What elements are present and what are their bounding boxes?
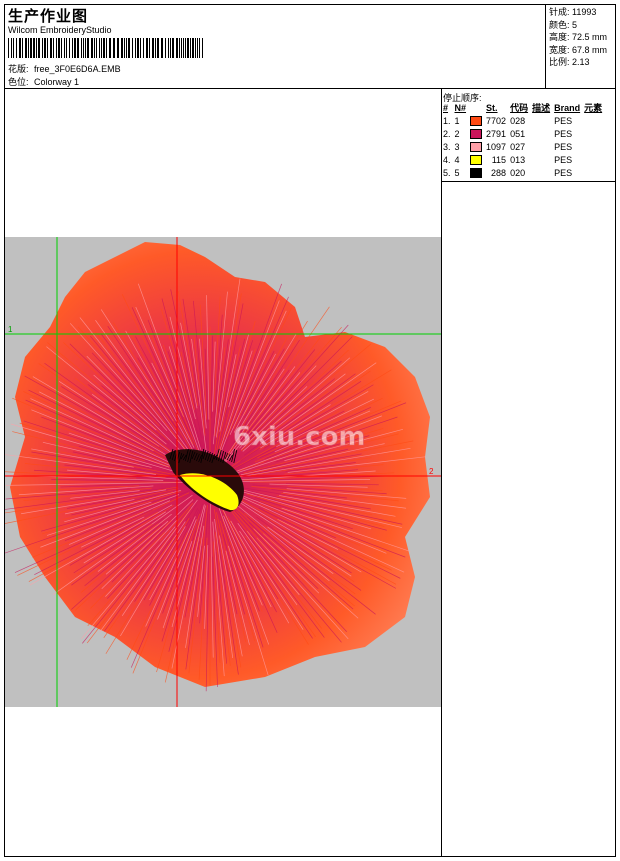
row-element [582,166,604,179]
row-swatch [468,140,484,153]
stitch-count-value: 11993 [572,7,597,17]
row-element [582,114,604,127]
software-name: Wilcom EmbroideryStudio [8,25,112,35]
table-row: 4. 4 115 013 PES [441,153,604,166]
colorway-row: 色位: Colorway 1 [8,75,79,88]
watermark: 6xiu.com [233,422,366,452]
col-stitches: St. [486,102,498,113]
flower-design: 6xiu.com 1 2 [5,237,441,707]
col-needle: N# [454,102,467,113]
col-code: 代码 [510,103,529,113]
design-file-label: 花版: [8,64,29,74]
col-swatch [468,101,484,114]
row-code: 020 [510,167,526,178]
row-code: 027 [510,141,526,152]
color-swatch [470,141,483,152]
row-index: 2. [443,128,451,139]
row-index: 3. [443,141,451,152]
colorway-label: 色位: [8,77,29,87]
table-row: 5. 5 288 020 PES [441,166,604,179]
design-preview: 6xiu.com 1 2 [5,237,441,707]
row-brand: PES [554,154,573,165]
row-swatch [468,127,484,140]
row-swatch [468,114,484,127]
row-index: 5. [443,167,451,178]
row-needle: 3 [454,141,460,152]
table-header-row: # N# St. 代码 描述 Brand 元素 [441,101,604,114]
row-code: 051 [510,128,526,139]
color-swatch [470,167,483,178]
col-element: 元素 [584,103,603,113]
ratio-label: 比例: [549,57,570,68]
stitch-count-label: 针成: [549,7,570,17]
color-count-value: 5 [572,19,578,30]
row-element [582,153,604,166]
color-count-label: 颜色: [549,19,570,30]
ratio-row: 比例: 2.13 [549,56,607,69]
ratio-value: 2.13 [572,57,590,68]
row-index: 1. [443,115,451,126]
row-needle: 2 [454,128,460,139]
color-sequence-table: # N# St. 代码 描述 Brand 元素 1. 1 7702 028 PES 2. 2… [441,101,604,179]
row-swatch [468,166,484,179]
row-swatch [468,153,484,166]
row-brand: PES [554,167,573,178]
table-row: 1. 1 7702 028 PES [441,114,604,127]
row-element [582,140,604,153]
row-needle: 4 [454,154,460,165]
design-file-name: free_3F0E6D6A.EMB [34,64,121,74]
design-file-row: 花版: free_3F0E6D6A.EMB [8,62,121,75]
colorway-name: Colorway 1 [34,77,80,87]
width-label: 宽度: [549,44,570,55]
row-brand: PES [554,128,573,139]
height-value: 72.5 mm [572,32,608,43]
row-stitches: 2791 [486,128,507,139]
design-stats: 针成: 11993 颜色: 5 高度: 72.5 mm 宽度: 67.8 mm … [549,6,607,69]
marker-1: 1 [8,325,13,334]
row-brand: PES [554,115,573,126]
row-description [530,153,552,166]
sequence-table-bottom [441,181,616,182]
row-code: 013 [510,154,526,165]
color-swatch [470,115,483,126]
sequence-divider [441,88,442,857]
row-description [530,166,552,179]
table-row: 2. 2 2791 051 PES [441,127,604,140]
row-description [530,114,552,127]
row-stitches: 7702 [486,115,507,126]
height-row: 高度: 72.5 mm [549,31,607,44]
header-divider [4,88,616,89]
col-brand: Brand [554,102,581,113]
stitch-count-row: 针成: 11993 [549,6,607,19]
row-index: 4. [443,154,451,165]
row-description [530,140,552,153]
marker-2: 2 [429,467,434,476]
row-stitches: 288 [491,167,507,178]
table-row: 3. 3 1097 027 PES [441,140,604,153]
row-description [530,127,552,140]
col-description: 描述 [532,103,551,113]
height-label: 高度: [549,32,570,43]
col-index: # [443,102,449,113]
row-needle: 1 [454,115,460,126]
page-title: 生产作业图 [8,7,89,25]
barcode [8,38,203,58]
color-swatch [470,128,483,139]
color-count-row: 颜色: 5 [549,19,607,32]
row-element [582,127,604,140]
stats-divider [545,4,546,88]
row-needle: 5 [454,167,460,178]
width-value: 67.8 mm [572,44,608,55]
color-swatch [470,154,483,165]
row-stitches: 1097 [486,141,507,152]
row-stitches: 115 [491,154,507,165]
row-brand: PES [554,141,573,152]
row-code: 028 [510,115,526,126]
width-row: 宽度: 67.8 mm [549,44,607,57]
